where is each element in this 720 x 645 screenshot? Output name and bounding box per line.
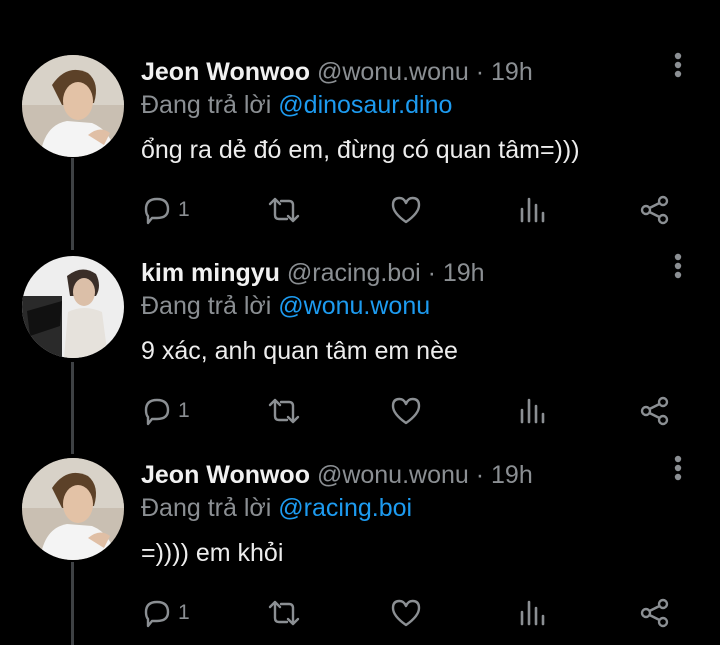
avatar[interactable] xyxy=(22,458,124,560)
like-button[interactable] xyxy=(390,393,422,429)
replying-to-label: Đang trả lời xyxy=(141,91,279,119)
reply-count: 1 xyxy=(178,399,190,422)
handle[interactable]: @wonu.wonu xyxy=(317,58,469,86)
avatar[interactable] xyxy=(22,256,124,358)
share-icon xyxy=(640,598,669,628)
retweet-button[interactable] xyxy=(267,393,301,429)
reply-button[interactable]: 1 xyxy=(142,393,190,429)
tweet-text: 9 xác, anh quan tâm em nèe xyxy=(141,337,458,365)
tweet-text: =)))) em khỏi xyxy=(141,539,284,567)
more-options-button[interactable] xyxy=(664,250,692,294)
mention-link[interactable]: @wonu.wonu xyxy=(278,292,430,320)
tweet-actions: 1 xyxy=(0,393,720,429)
replying-to: Đang trả lời @dinosaur.dino xyxy=(141,90,452,120)
share-icon xyxy=(640,195,669,225)
share-button[interactable] xyxy=(639,192,671,228)
more-options-button[interactable] xyxy=(664,452,692,496)
reply-count: 1 xyxy=(178,601,190,624)
like-icon xyxy=(391,397,421,425)
avatar[interactable] xyxy=(22,55,124,157)
tweet-actions: 1 xyxy=(0,192,720,228)
reply-icon xyxy=(144,600,170,628)
tweet-header: kim mingyu @racing.boi · 19h xyxy=(141,258,485,288)
separator: · xyxy=(468,58,492,86)
analytics-icon xyxy=(520,197,545,223)
more-icon xyxy=(674,253,682,279)
separator: · xyxy=(420,259,443,287)
retweet-icon xyxy=(268,197,300,223)
tweet-text: ổng ra dẻ đó em, đừng có quan tâm=))) xyxy=(141,136,580,164)
display-name[interactable]: kim mingyu xyxy=(141,259,280,287)
replying-to-label: Đang trả lời xyxy=(141,292,279,320)
like-button[interactable] xyxy=(390,192,422,228)
separator: · xyxy=(468,461,492,489)
share-button[interactable] xyxy=(639,393,671,429)
analytics-button[interactable] xyxy=(518,393,546,429)
tweet-header: Jeon Wonwoo @wonu.wonu · 19h xyxy=(141,57,533,87)
more-options-button[interactable] xyxy=(664,49,692,93)
reply-button[interactable]: 1 xyxy=(142,595,190,631)
reply-button[interactable]: 1 xyxy=(142,192,190,228)
timestamp[interactable]: 19h xyxy=(491,461,533,489)
retweet-icon xyxy=(268,398,300,424)
timestamp[interactable]: 19h xyxy=(491,58,533,86)
tweet-header: Jeon Wonwoo @wonu.wonu · 19h xyxy=(141,460,533,490)
reply-icon xyxy=(144,398,170,426)
retweet-icon xyxy=(268,600,300,626)
mention-link[interactable]: @racing.boi xyxy=(278,494,412,522)
display-name[interactable]: Jeon Wonwoo xyxy=(141,461,310,489)
replying-to: Đang trả lời @racing.boi xyxy=(141,493,412,523)
retweet-button[interactable] xyxy=(267,192,301,228)
tweet-actions: 1 xyxy=(0,595,720,631)
tweet[interactable]: Jeon Wonwoo @wonu.wonu · 19h Đang trả lờ… xyxy=(0,455,720,645)
timestamp[interactable]: 19h xyxy=(443,259,485,287)
replying-to-label: Đang trả lời xyxy=(141,494,279,522)
retweet-button[interactable] xyxy=(267,595,301,631)
handle[interactable]: @racing.boi xyxy=(287,259,421,287)
share-button[interactable] xyxy=(639,595,671,631)
replying-to: Đang trả lời @wonu.wonu xyxy=(141,291,430,321)
analytics-icon xyxy=(520,398,545,424)
reply-count: 1 xyxy=(178,198,190,221)
like-button[interactable] xyxy=(390,595,422,631)
analytics-button[interactable] xyxy=(518,192,546,228)
like-icon xyxy=(391,196,421,224)
mention-link[interactable]: @dinosaur.dino xyxy=(278,91,452,119)
reply-icon xyxy=(144,197,170,225)
more-icon xyxy=(674,52,682,78)
display-name[interactable]: Jeon Wonwoo xyxy=(141,58,310,86)
analytics-button[interactable] xyxy=(518,595,546,631)
analytics-icon xyxy=(520,600,545,626)
more-icon xyxy=(674,455,682,481)
like-icon xyxy=(391,599,421,627)
tweet[interactable]: kim mingyu @racing.boi · 19h Đang trả lờ… xyxy=(0,253,720,448)
tweet[interactable]: Jeon Wonwoo @wonu.wonu · 19h Đang trả lờ… xyxy=(0,52,720,247)
handle[interactable]: @wonu.wonu xyxy=(317,461,469,489)
share-icon xyxy=(640,396,669,426)
